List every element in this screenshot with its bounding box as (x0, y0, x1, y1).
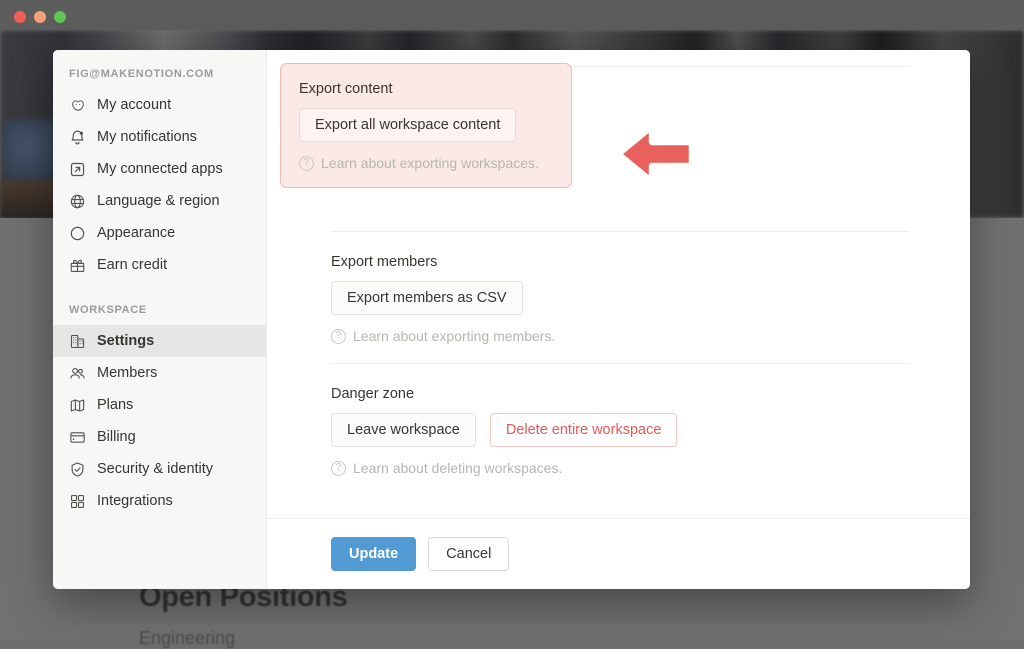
export-members-section: Export members Export members as CSV ? L… (267, 232, 970, 344)
export-content-hint: ? Learn about exporting workspaces. (299, 155, 553, 171)
gift-icon (69, 257, 86, 274)
window-titlebar (0, 0, 1024, 30)
sidebar-item-integrations[interactable]: Integrations (53, 485, 266, 517)
sidebar-item-plans[interactable]: Plans (53, 389, 266, 421)
avatar-icon (69, 97, 86, 114)
question-circle-icon: ? (331, 329, 346, 344)
danger-zone-section: Danger zone Leave workspace Delete entir… (267, 364, 970, 476)
sidebar-item-label: My connected apps (97, 161, 223, 177)
sidebar-item-my-connected-apps[interactable]: My connected apps (53, 153, 266, 185)
sidebar-item-label: Integrations (97, 493, 173, 509)
zoom-window-button[interactable] (54, 11, 66, 23)
minimize-window-button[interactable] (34, 11, 46, 23)
export-content-section: Export content Export all workspace cont… (267, 70, 970, 212)
settings-sidebar: FIG@MAKENOTION.COM My account (53, 50, 267, 589)
export-members-as-csv-button[interactable]: Export members as CSV (331, 281, 523, 315)
bell-icon (69, 129, 86, 146)
sidebar-item-label: Plans (97, 397, 133, 413)
settings-content: Export content Export all workspace cont… (267, 50, 970, 518)
shield-check-icon (69, 461, 86, 478)
sidebar-item-label: Members (97, 365, 157, 381)
app-window: Open Positions Engineering FIG@MAKENOTIO… (0, 0, 1024, 640)
export-all-workspace-content-button[interactable]: Export all workspace content (299, 108, 516, 142)
globe-icon (69, 193, 86, 210)
sidebar-account-label: FIG@MAKENOTION.COM (53, 68, 266, 89)
sidebar-item-label: Settings (97, 333, 154, 349)
sidebar-item-billing[interactable]: Billing (53, 421, 266, 453)
export-content-title: Export content (299, 81, 553, 97)
sidebar-item-members[interactable]: Members (53, 357, 266, 389)
settings-modal: FIG@MAKENOTION.COM My account (53, 50, 970, 589)
sidebar-item-my-account[interactable]: My account (53, 89, 266, 121)
credit-card-icon (69, 429, 86, 446)
settings-main-panel: Export content Export all workspace cont… (267, 50, 970, 589)
sidebar-item-label: Security & identity (97, 461, 213, 477)
sidebar-item-language-region[interactable]: Language & region (53, 185, 266, 217)
leave-workspace-button[interactable]: Leave workspace (331, 413, 476, 447)
grid-icon (69, 493, 86, 510)
sidebar-item-my-notifications[interactable]: My notifications (53, 121, 266, 153)
traffic-lights (14, 11, 66, 23)
export-members-hint: ? Learn about exporting members. (331, 328, 909, 344)
close-window-button[interactable] (14, 11, 26, 23)
cancel-button[interactable]: Cancel (428, 537, 509, 571)
danger-zone-hint-text: Learn about deleting workspaces. (353, 460, 562, 476)
sidebar-item-security-identity[interactable]: Security & identity (53, 453, 266, 485)
question-circle-icon: ? (331, 461, 346, 476)
sidebar-item-label: Language & region (97, 193, 220, 209)
export-content-highlight: Export content Export all workspace cont… (280, 63, 572, 188)
building-icon (69, 333, 86, 350)
sidebar-item-label: Billing (97, 429, 136, 445)
sidebar-item-settings[interactable]: Settings (53, 325, 266, 357)
sidebar-item-label: My account (97, 97, 171, 113)
sidebar-item-appearance[interactable]: Appearance (53, 217, 266, 249)
export-members-title: Export members (331, 254, 909, 270)
export-members-hint-text: Learn about exporting members. (353, 328, 555, 344)
danger-zone-buttons: Leave workspace Delete entire workspace (331, 413, 909, 447)
moon-icon (69, 225, 86, 242)
question-circle-icon: ? (299, 156, 314, 171)
people-icon (69, 365, 86, 382)
external-link-icon (69, 161, 86, 178)
sidebar-item-label: My notifications (97, 129, 197, 145)
delete-entire-workspace-button[interactable]: Delete entire workspace (490, 413, 678, 447)
sidebar-item-label: Appearance (97, 225, 175, 241)
map-icon (69, 397, 86, 414)
sidebar-item-label: Earn credit (97, 257, 167, 273)
update-button[interactable]: Update (331, 537, 416, 571)
export-content-hint-text: Learn about exporting workspaces. (321, 155, 539, 171)
danger-zone-title: Danger zone (331, 386, 909, 402)
background-page-subheading: Engineering (139, 628, 235, 649)
danger-zone-hint: ? Learn about deleting workspaces. (331, 460, 909, 476)
sidebar-workspace-label: WORKSPACE (53, 281, 266, 325)
sidebar-item-earn-credit[interactable]: Earn credit (53, 249, 266, 281)
modal-footer: Update Cancel (267, 518, 970, 589)
